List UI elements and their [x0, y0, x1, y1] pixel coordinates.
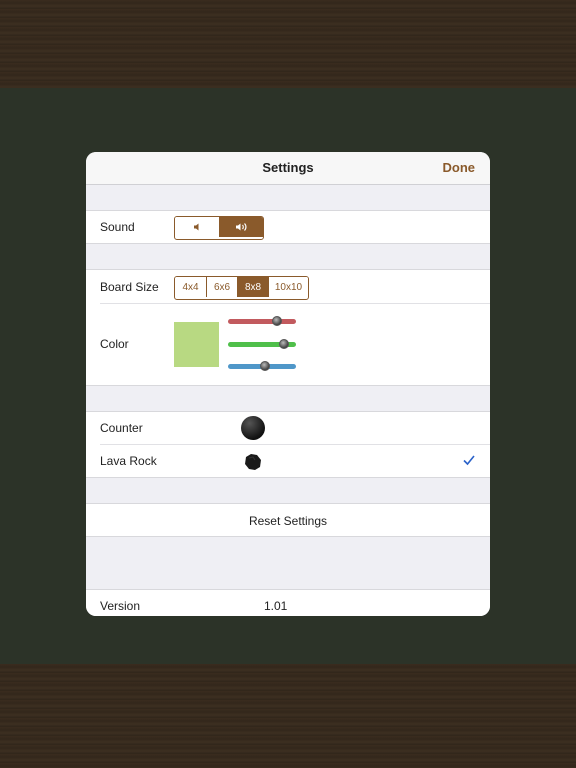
wood-border-bottom: [0, 664, 576, 768]
version-value: 1.01: [264, 599, 288, 613]
piece-row-counter[interactable]: Counter: [86, 412, 490, 444]
nav-bar: Settings Done: [86, 152, 490, 185]
wood-border-top: [0, 0, 576, 88]
sound-row: Sound: [86, 210, 490, 244]
blue-slider[interactable]: [228, 361, 296, 371]
sound-mute-button[interactable]: [175, 217, 219, 237]
checkmark-icon: [463, 455, 475, 466]
board-size-6x6[interactable]: 6x6: [206, 277, 237, 297]
board-size-4x4[interactable]: 4x4: [175, 277, 206, 297]
settings-modal: Settings Done Sound Board Size 4x4 6x6 8…: [86, 152, 490, 616]
reset-settings-button[interactable]: Reset Settings: [86, 514, 490, 528]
sound-on-button[interactable]: [219, 217, 263, 237]
lava-rock-label: Lava Rock: [100, 454, 157, 468]
color-row: Color: [86, 304, 490, 386]
sound-segmented-control: [174, 216, 264, 240]
speaker-on-icon: [235, 223, 246, 231]
green-slider[interactable]: [228, 339, 296, 349]
speaker-muted-icon: [194, 223, 199, 231]
pieces-group: Counter Lava Rock: [86, 411, 490, 478]
counter-label: Counter: [100, 421, 143, 435]
counter-icon: [241, 416, 265, 440]
blue-slider-thumb[interactable]: [260, 361, 271, 371]
color-swatch: [174, 322, 219, 367]
red-slider-thumb[interactable]: [271, 316, 282, 326]
board-size-label: Board Size: [100, 280, 159, 294]
version-row: Version 1.01: [86, 589, 490, 616]
done-button[interactable]: Done: [443, 160, 476, 175]
reset-row: Reset Settings: [86, 503, 490, 537]
board-size-8x8[interactable]: 8x8: [237, 277, 268, 297]
color-label: Color: [100, 337, 129, 351]
board-size-segmented-control: 4x4 6x6 8x8 10x10: [174, 276, 309, 300]
nav-title: Settings: [262, 160, 314, 175]
lava-rock-icon: [245, 454, 261, 470]
sound-label: Sound: [100, 220, 135, 234]
piece-row-lava-rock[interactable]: Lava Rock: [86, 445, 490, 478]
version-label: Version: [100, 599, 141, 613]
board-size-10x10[interactable]: 10x10: [268, 277, 308, 297]
red-slider[interactable]: [228, 316, 296, 326]
green-slider-thumb[interactable]: [278, 339, 289, 349]
board-color-group: Board Size 4x4 6x6 8x8 10x10 Color: [86, 269, 490, 386]
